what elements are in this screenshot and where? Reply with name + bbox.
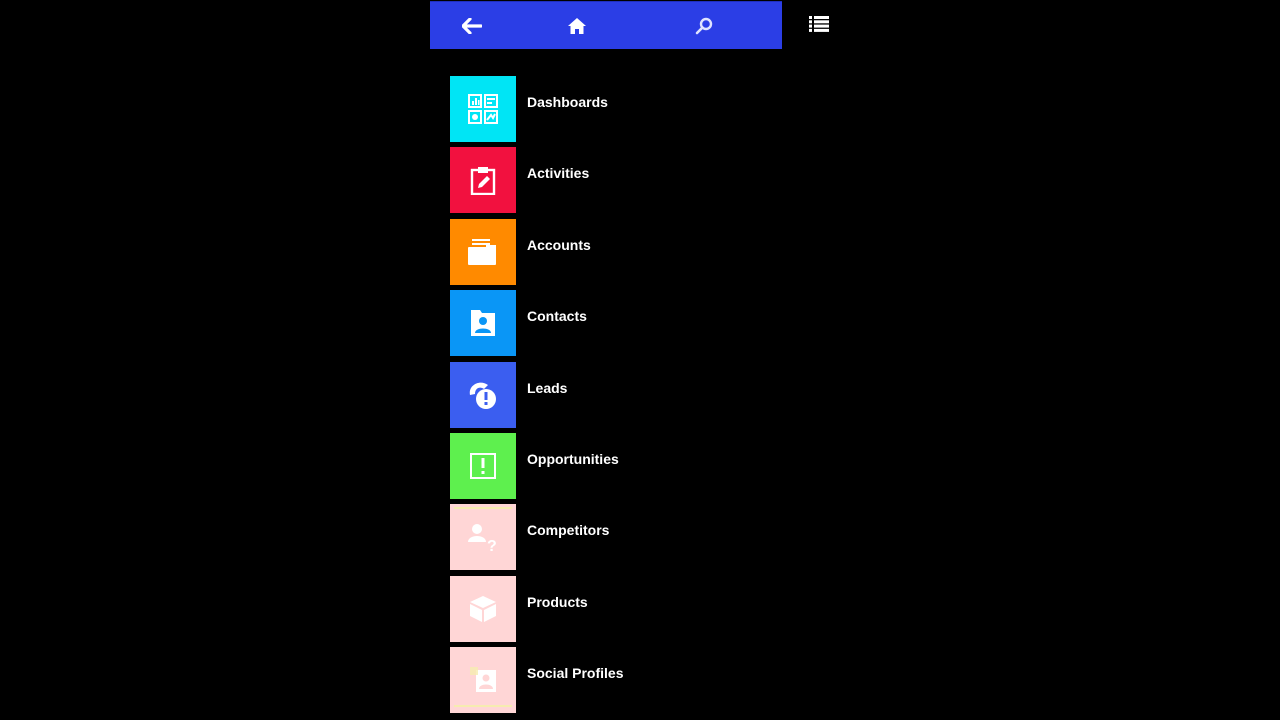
- contact-card-icon: [471, 310, 495, 337]
- nav-item-contacts[interactable]: Contacts: [450, 290, 770, 357]
- nav-item-label: Social Profiles: [527, 665, 624, 682]
- clipboard-edit-icon: [470, 167, 496, 196]
- arrow-left-icon: [462, 17, 482, 34]
- tile: ?: [450, 504, 516, 571]
- tile: [450, 76, 516, 142]
- nav-item-label: Products: [527, 593, 588, 610]
- user-question-icon: ?: [468, 524, 497, 552]
- folder-icon: [468, 238, 496, 265]
- svg-text:?: ?: [487, 538, 497, 552]
- nav-item-label: Contacts: [527, 308, 587, 325]
- nav-item-leads[interactable]: Leads: [450, 361, 770, 428]
- search-button[interactable]: [674, 2, 734, 49]
- tile-stripe: [454, 507, 512, 510]
- social-profile-icon: [470, 667, 496, 693]
- nav-item-dashboards[interactable]: Dashboards: [450, 76, 770, 142]
- nav-item-label: Activities: [527, 165, 590, 182]
- home-icon: [568, 17, 586, 34]
- phone-alert-icon: [469, 382, 496, 409]
- nav-item-accounts[interactable]: Accounts: [450, 218, 770, 285]
- tile: [450, 432, 516, 499]
- dashboard-icon: [468, 94, 498, 124]
- nav-item-products[interactable]: Products: [450, 575, 770, 642]
- nav-item-activities[interactable]: Activities: [450, 147, 770, 214]
- nav-item-social-profiles[interactable]: Social Profiles: [450, 647, 770, 714]
- nav-item-label: Leads: [527, 379, 568, 396]
- nav-item-opportunities[interactable]: Opportunities: [450, 432, 770, 499]
- tile: [450, 218, 516, 285]
- nav-item-label: Opportunities: [527, 450, 619, 467]
- menu-button[interactable]: [800, 6, 838, 42]
- navigation-list: Dashboards Activities Accounts Contacts …: [450, 76, 770, 719]
- tile: [450, 575, 516, 642]
- box-icon: [470, 595, 496, 622]
- tile: [450, 147, 516, 214]
- top-toolbar: [430, 1, 782, 49]
- nav-item-label: Competitors: [527, 522, 610, 539]
- tile: [450, 290, 516, 357]
- search-icon: [695, 17, 713, 34]
- home-button[interactable]: [547, 2, 607, 49]
- nav-item-label: Dashboards: [527, 94, 608, 110]
- tile: [450, 361, 516, 428]
- nav-item-competitors[interactable]: ? Competitors: [450, 504, 770, 571]
- back-button[interactable]: [442, 2, 502, 49]
- tile: [450, 647, 516, 714]
- list-menu-icon: [809, 16, 829, 32]
- nav-item-label: Accounts: [527, 236, 591, 253]
- tile-stripe: [454, 705, 512, 708]
- opportunity-icon: [470, 452, 496, 479]
